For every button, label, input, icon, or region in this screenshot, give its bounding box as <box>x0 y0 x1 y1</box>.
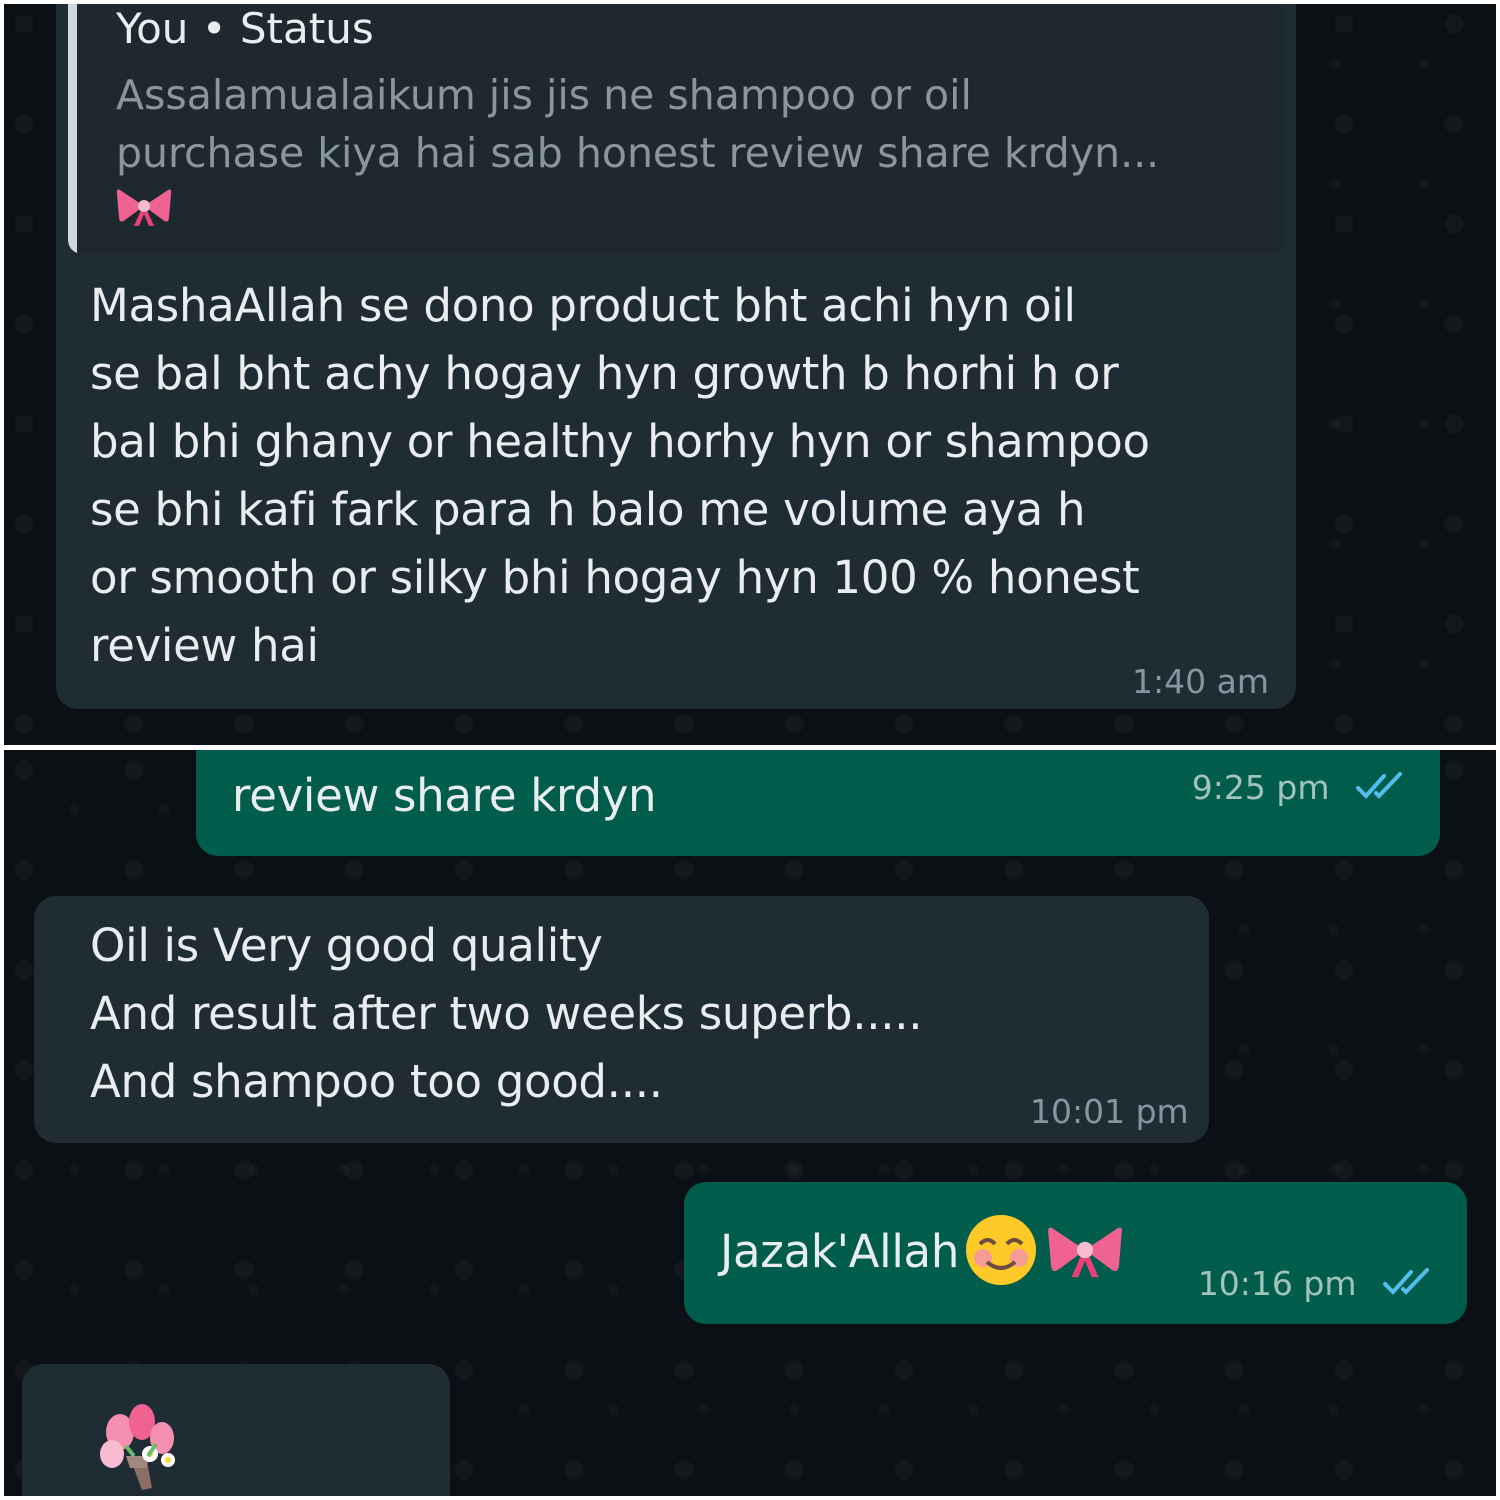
outgoing-thanks-text: Jazak'Allah <box>720 1225 960 1278</box>
incoming-emoji-bubble[interactable] <box>22 1364 450 1496</box>
ribbon-icon <box>116 184 172 232</box>
outgoing-message-meta: 9:25 pm <box>1192 768 1410 809</box>
chat-screenshot-bottom: review share krdyn 9:25 pm Oil is Very g… <box>4 750 1496 1496</box>
outgoing-thanks-bubble[interactable]: Jazak'Allah 10:16 pm <box>684 1182 1467 1324</box>
quote-text: Assalamualaikum jis jis ne shampoo or oi… <box>116 71 1160 177</box>
quote-accent-bar <box>68 4 77 254</box>
incoming-timestamp: 10:01 pm <box>1030 1092 1189 1131</box>
outgoing-thanks-content: Jazak'Allah <box>720 1212 1123 1292</box>
outgoing-message-bubble[interactable]: review share krdyn 9:25 pm <box>196 750 1440 856</box>
read-ticks-icon <box>1354 770 1410 809</box>
incoming-message-text: Oil is Very good quality And result afte… <box>90 919 923 1108</box>
ribbon-icon <box>1047 1220 1123 1284</box>
read-ticks-icon <box>1381 1266 1437 1305</box>
message-timestamp: 9:25 pm <box>1191 768 1330 807</box>
quote-author: You • Status <box>116 4 374 53</box>
outgoing-message-text: review share krdyn <box>232 769 657 822</box>
quoted-status[interactable]: You • Status Assalamualaikum jis jis ne … <box>68 4 1286 254</box>
smiling-face-icon <box>963 1212 1039 1292</box>
message-timestamp: 10:16 pm <box>1197 1264 1357 1303</box>
chat-screenshot-top: You • Status Assalamualaikum jis jis ne … <box>4 4 1496 745</box>
reply-timestamp: 1:40 am <box>1132 662 1269 701</box>
reply-message-text: MashaAllah se dono product bht achi hyn … <box>90 279 1150 672</box>
outgoing-thanks-meta: 10:16 pm <box>1198 1264 1437 1305</box>
bouquet-icon <box>90 1398 186 1496</box>
